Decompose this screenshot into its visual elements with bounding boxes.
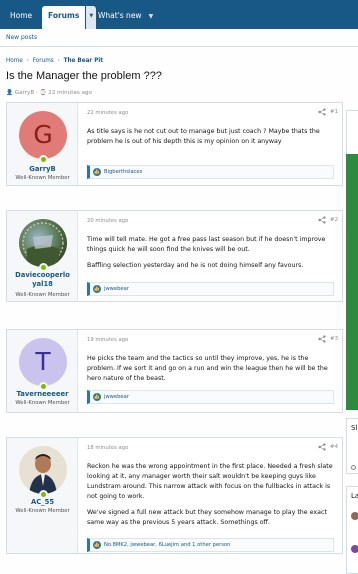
breadcrumb-home[interactable]: Home bbox=[6, 58, 23, 64]
thread-author[interactable]: GarryB bbox=[15, 90, 34, 96]
page-title: Is the Manager the problem ??? bbox=[6, 70, 162, 82]
post-number[interactable]: #4 bbox=[330, 444, 338, 450]
breadcrumb-separator-icon: › bbox=[57, 58, 60, 64]
post-time[interactable]: 19 minutes ago bbox=[87, 337, 128, 343]
breadcrumb: Home › Forums › The Bear Pit bbox=[6, 58, 103, 64]
avatar-letter: G bbox=[33, 120, 53, 149]
share-icon[interactable] bbox=[318, 335, 326, 343]
online-status-icon bbox=[39, 155, 48, 164]
post-paragraph: He picks the team and the tactics so unt… bbox=[87, 355, 328, 382]
post: AC_55 Well-Known Member 18 minutes ago #… bbox=[6, 437, 343, 554]
share-icon[interactable] bbox=[318, 443, 326, 451]
nav-forums-label: Forums bbox=[48, 11, 80, 20]
like-icon: 👍 bbox=[93, 168, 101, 176]
avatar[interactable]: G bbox=[19, 111, 67, 159]
post-paragraph: Time will tell mate. He got a free pass … bbox=[87, 236, 326, 253]
user-cell: T Taverneeeeer Well-Known Member bbox=[7, 330, 78, 412]
post-number[interactable]: #3 bbox=[330, 336, 338, 342]
post-paragraph: Baffling selection yesterday and he is n… bbox=[87, 262, 304, 269]
reactions-bar[interactable]: 👍 Bigberthslaces bbox=[87, 165, 334, 179]
avatar[interactable] bbox=[19, 219, 67, 267]
post: Daviecooperloyal18 Well-Known Member 20 … bbox=[6, 210, 343, 302]
avatar[interactable] bbox=[19, 446, 67, 494]
avatar[interactable] bbox=[351, 545, 358, 553]
reactions-list[interactable]: No.8MK2, jwwebear, 6Luejim and 1 other p… bbox=[104, 542, 230, 548]
post-paragraph: Reckon he was the wrong appointment in t… bbox=[87, 463, 333, 500]
sidebar-block: La bbox=[346, 486, 358, 574]
nav-tab-home[interactable]: Home bbox=[4, 6, 38, 29]
avatar[interactable] bbox=[351, 512, 358, 520]
post-paragraph: We've signed a full new attack but they … bbox=[87, 509, 327, 526]
post-body: Reckon he was the wrong appointment in t… bbox=[87, 462, 334, 534]
reactions-bar[interactable]: 👍 jwwebear bbox=[87, 282, 334, 296]
reactions-bar[interactable]: 👍 No.8MK2, jwwebear, 6Luejim and 1 other … bbox=[87, 538, 334, 552]
user-icon: 👤 bbox=[6, 90, 13, 96]
sidebar-heading: La bbox=[351, 492, 358, 500]
username[interactable]: AC_55 bbox=[7, 498, 78, 507]
nav-home-label: Home bbox=[10, 11, 33, 20]
new-posts-link[interactable]: New posts bbox=[6, 34, 37, 41]
post-time[interactable]: 22 minutes ago bbox=[87, 110, 128, 116]
user-title: Well-Known Member bbox=[15, 508, 70, 514]
user-cell: AC_55 Well-Known Member bbox=[7, 438, 78, 553]
post-number[interactable]: #2 bbox=[330, 217, 338, 223]
avatar-image bbox=[29, 454, 57, 494]
avatar-image bbox=[22, 222, 64, 267]
username[interactable]: GarryB bbox=[7, 165, 78, 174]
breadcrumb-current[interactable]: The Bear Pit bbox=[64, 58, 103, 64]
user-cell: Daviecooperloyal18 Well-Known Member bbox=[7, 211, 78, 301]
post: G GarryB Well-Known Member 22 minutes ag… bbox=[6, 102, 343, 186]
post-body: He picks the team and the tactics so unt… bbox=[87, 354, 334, 390]
breadcrumb-separator-icon: › bbox=[26, 58, 29, 64]
clock-icon: ⌚ bbox=[39, 90, 47, 96]
chevron-down-icon: ▼ bbox=[148, 13, 154, 20]
user-title: Well-Known Member bbox=[15, 400, 70, 406]
reactions-list[interactable]: jwwebear bbox=[104, 394, 129, 400]
user-title: Well-Known Member bbox=[15, 175, 70, 181]
like-icon: 👍 bbox=[93, 541, 101, 549]
user-title: Well-Known Member bbox=[15, 292, 70, 298]
sidebar-block: Sl bbox=[346, 418, 358, 474]
thread-meta: 👤 GarryB · ⌚ 22 minutes ago bbox=[6, 90, 92, 96]
post-time[interactable]: 18 minutes ago bbox=[87, 445, 128, 451]
post-body: Time will tell mate. He got a free pass … bbox=[87, 235, 334, 277]
breadcrumb-forums[interactable]: Forums bbox=[33, 58, 54, 64]
top-navbar: Home Forums ▼ What's new ▼ bbox=[0, 0, 358, 29]
nav-whats-new-label: What's new bbox=[98, 11, 142, 20]
sub-navbar: New posts bbox=[0, 29, 358, 47]
sidebar-heading: Sl bbox=[351, 424, 358, 432]
username[interactable]: Taverneeeeer bbox=[7, 390, 78, 399]
nav-tab-forums-wrap: Forums ▼ bbox=[42, 6, 97, 29]
like-icon: 👍 bbox=[93, 285, 101, 293]
share-icon[interactable] bbox=[318, 216, 326, 224]
nav-tab-forums[interactable]: Forums bbox=[42, 6, 86, 29]
username[interactable]: Daviecooperloyal18 bbox=[7, 271, 78, 289]
avatar[interactable]: T bbox=[19, 338, 67, 386]
post-number[interactable]: #1 bbox=[330, 109, 338, 115]
nav-tab-whats-new[interactable]: What's new ▼ bbox=[92, 6, 159, 29]
reactions-list[interactable]: jwwebear bbox=[104, 286, 129, 292]
avatar-letter: T bbox=[35, 347, 51, 376]
thread-time[interactable]: 22 minutes ago bbox=[48, 90, 92, 96]
reactions-list[interactable]: Bigberthslaces bbox=[104, 169, 142, 175]
username-text: Daviecooperloyal18 bbox=[15, 271, 70, 288]
radio-icon[interactable] bbox=[351, 465, 356, 470]
user-cell: G GarryB Well-Known Member bbox=[7, 103, 78, 185]
sidebar-ad-image[interactable] bbox=[346, 154, 358, 410]
post: T Taverneeeeer Well-Known Member 19 minu… bbox=[6, 329, 343, 413]
share-icon[interactable] bbox=[318, 108, 326, 116]
post-body: As title says is he not cut out to manag… bbox=[87, 127, 334, 153]
like-icon: 👍 bbox=[93, 393, 101, 401]
post-paragraph: As title says is he not cut out to manag… bbox=[87, 128, 320, 145]
reactions-bar[interactable]: 👍 jwwebear bbox=[87, 390, 334, 404]
post-time[interactable]: 20 minutes ago bbox=[87, 218, 128, 224]
